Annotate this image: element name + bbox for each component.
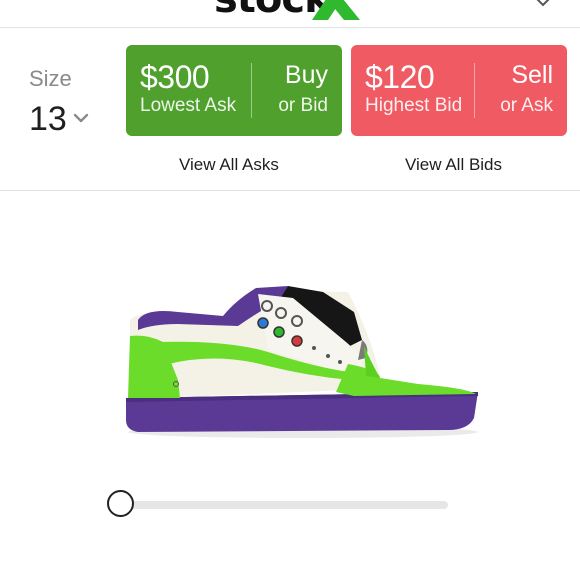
view-all-bids-link[interactable]: View All Bids <box>405 155 502 175</box>
section-divider <box>0 190 580 191</box>
size-selector[interactable]: Size 13 <box>29 64 109 144</box>
size-value: 13 <box>29 100 67 138</box>
or-ask-label: or Ask <box>500 95 553 116</box>
view-all-asks-link[interactable]: View All Asks <box>179 155 279 175</box>
sell-label: Sell <box>511 61 553 89</box>
size-label: Size <box>29 66 72 91</box>
stockx-logo[interactable]: stock <box>214 0 360 20</box>
logo-x-icon <box>312 0 360 20</box>
highest-bid-price: $120 <box>365 59 435 95</box>
highest-bid-caption: Highest Bid <box>365 95 463 116</box>
button-divider <box>474 63 475 118</box>
or-bid-label: or Bid <box>278 95 328 116</box>
buy-label: Buy <box>284 61 328 89</box>
lowest-ask-price: $300 <box>140 59 210 95</box>
rotation-slider-track[interactable] <box>122 501 448 509</box>
buy-or-bid-button[interactable]: $300 Lowest Ask Buy or Bid <box>126 45 342 136</box>
button-divider <box>251 63 252 118</box>
rotation-slider-thumb[interactable] <box>107 490 134 517</box>
product-image <box>126 286 478 438</box>
lowest-ask-caption: Lowest Ask <box>140 95 237 116</box>
chevron-down-icon <box>73 113 89 123</box>
sell-or-ask-button[interactable]: $120 Highest Bid Sell or Ask <box>351 45 567 136</box>
chevron-icon[interactable] <box>534 0 552 10</box>
header: stock <box>0 0 580 28</box>
